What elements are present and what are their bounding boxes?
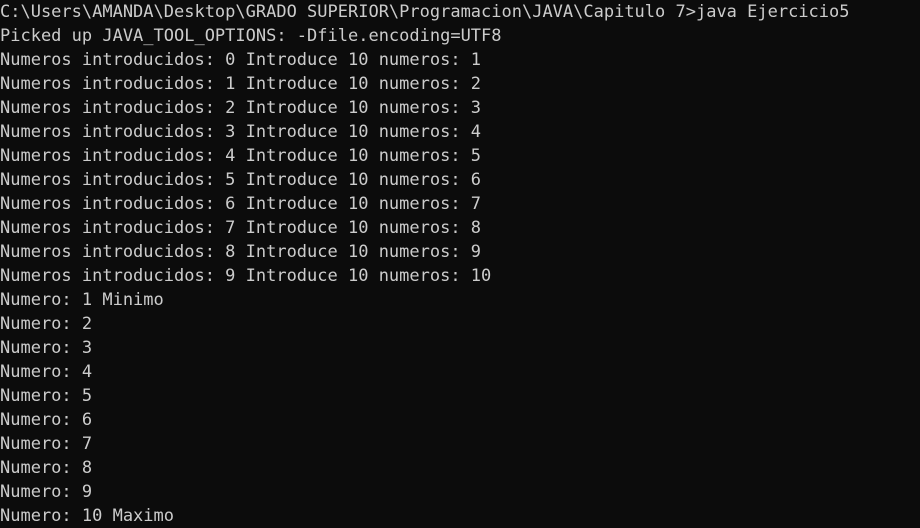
output-line: Numero: 1 Minimo	[0, 290, 164, 310]
output-line: Numero: 10 Maximo	[0, 506, 174, 526]
console-output[interactable]: C:\Users\AMANDA\Desktop\GRADO SUPERIOR\P…	[0, 0, 920, 526]
output-line: Numero: 5	[0, 386, 93, 406]
output-line: Numero: 7	[0, 434, 93, 454]
output-line: Numero: 9	[0, 482, 93, 502]
output-line: Numeros introducidos: 3 Introduce 10 num…	[0, 122, 482, 142]
output-line: Numeros introducidos: 9 Introduce 10 num…	[0, 266, 492, 286]
output-line: Numeros introducidos: 8 Introduce 10 num…	[0, 242, 482, 262]
output-line: Numeros introducidos: 1 Introduce 10 num…	[0, 74, 482, 94]
output-line: Numero: 3	[0, 338, 93, 358]
output-line: Numero: 4	[0, 362, 93, 382]
output-line: Numero: 6	[0, 410, 93, 430]
output-line: Numeros introducidos: 6 Introduce 10 num…	[0, 194, 482, 214]
output-line: Numeros introducidos: 7 Introduce 10 num…	[0, 218, 482, 238]
command-prompt-line: C:\Users\AMANDA\Desktop\GRADO SUPERIOR\P…	[0, 2, 850, 22]
output-line: Numeros introducidos: 5 Introduce 10 num…	[0, 170, 482, 190]
output-line: Numeros introducidos: 4 Introduce 10 num…	[0, 146, 482, 166]
output-line: Numeros introducidos: 2 Introduce 10 num…	[0, 98, 482, 118]
output-line: Numeros introducidos: 0 Introduce 10 num…	[0, 50, 482, 70]
output-line: Picked up JAVA_TOOL_OPTIONS: -Dfile.enco…	[0, 26, 502, 46]
output-line: Numero: 8	[0, 458, 93, 478]
output-line: Numero: 2	[0, 314, 93, 334]
